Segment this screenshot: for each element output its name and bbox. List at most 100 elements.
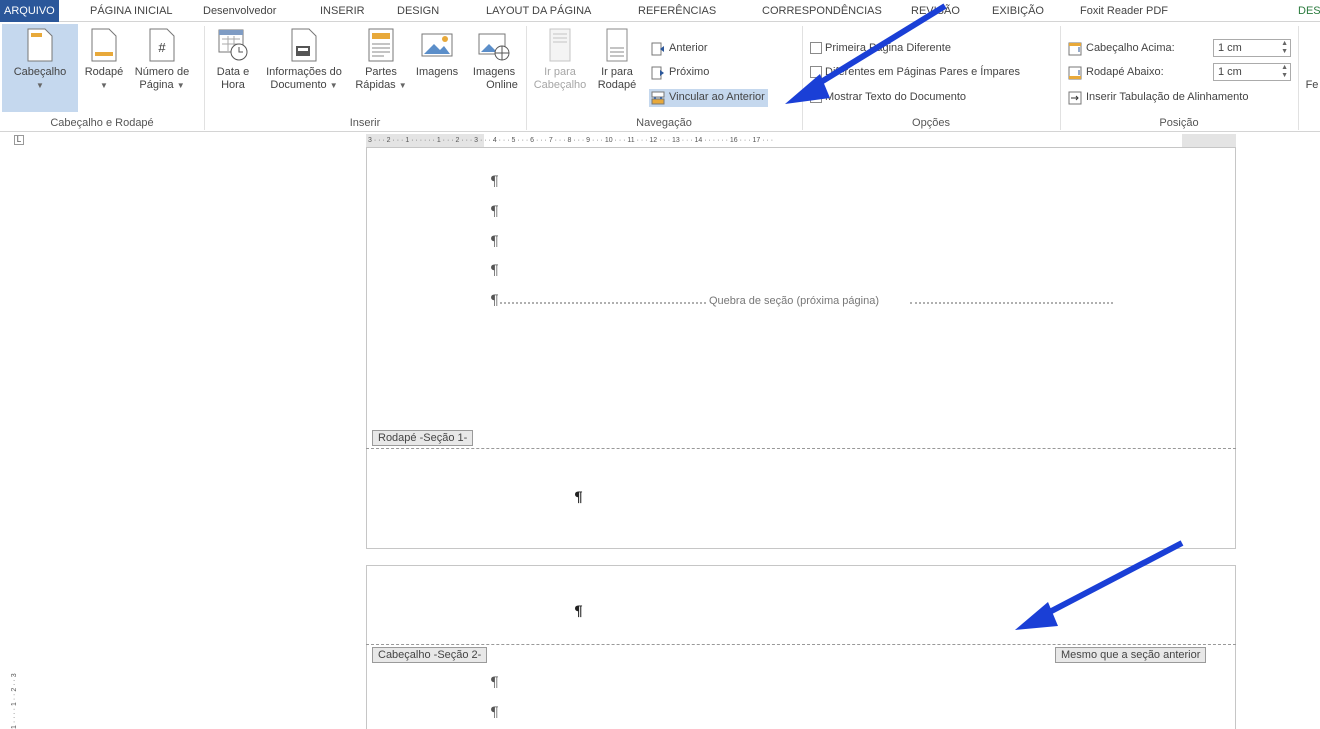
header-icon: [27, 28, 53, 62]
header-from-top-value: 1 cm: [1218, 42, 1242, 54]
tab-foxit-reader-pdf[interactable]: Foxit Reader PDF: [1080, 0, 1168, 22]
footer-from-bottom-value: 1 cm: [1218, 66, 1242, 78]
date-time-button[interactable]: Data e Hora: [210, 24, 256, 112]
tab-desenvolvedor[interactable]: Desenvolvedor: [203, 0, 276, 22]
next-section-button[interactable]: Próximo: [649, 64, 709, 82]
document-info-label-1: Informações do: [266, 66, 342, 78]
chevron-down-icon: ▼: [398, 81, 407, 90]
vertical-ruler-ticks: 1 · · · · 1 · · 2 · · 3: [11, 673, 18, 729]
spinner-arrows-icon[interactable]: ▲ ▼: [1281, 40, 1288, 56]
footer-from-bottom-label: Rodapé Abaixo:: [1086, 66, 1164, 78]
footer-button-label: Rodapé: [84, 66, 124, 78]
header-from-top-label-row: Cabeçalho Acima:: [1066, 40, 1175, 58]
document-info-label-2: Documento: [270, 79, 327, 91]
online-pictures-button[interactable]: Imagens Online: [466, 24, 522, 112]
footer-section-1-tag: Rodapé -Seção 1-: [372, 430, 474, 446]
quick-parts-button[interactable]: Partes Rápidas ▼: [354, 24, 408, 112]
document-area: ¶ ¶ ¶ ¶ ¶ Quebra de seção (próxima págin…: [0, 147, 1320, 729]
footer-icon: [91, 28, 117, 62]
previous-label: Anterior: [669, 42, 708, 54]
group-label-header-footer: Cabeçalho e Rodapé: [50, 117, 154, 129]
close-header-footer-label: Fe: [1305, 79, 1319, 91]
group-label-insert: Inserir: [349, 117, 381, 129]
page-number-button[interactable]: # Número de Página ▼: [128, 24, 196, 112]
date-time-label-2: Hora: [221, 79, 245, 91]
insert-alignment-tab-label: Inserir Tabulação de Alinhamento: [1086, 91, 1249, 103]
header-position-icon: [1068, 42, 1082, 56]
spinner-arrows-icon[interactable]: ▲ ▼: [1281, 64, 1288, 80]
chevron-down-icon: ▼: [100, 81, 108, 90]
insert-alignment-tab-button[interactable]: Inserir Tabulação de Alinhamento: [1066, 89, 1248, 107]
quick-parts-label-2: Rápidas: [355, 79, 396, 91]
tab-layout-da-pagina[interactable]: LAYOUT DA PÁGINA: [486, 0, 591, 22]
paragraph-mark: ¶: [490, 705, 499, 721]
go-to-header-icon: [549, 28, 571, 62]
footer-position-icon: [1068, 66, 1082, 80]
section-break-line: [500, 302, 706, 304]
tab-exibicao[interactable]: EXIBIÇÃO: [992, 0, 1044, 22]
ruler-ticks: 3 · · · 2 · · · 1 · · · · · · 1 · · · 2 …: [368, 137, 774, 144]
close-header-footer-button-partial[interactable]: Fe: [1304, 79, 1320, 92]
tab-selector[interactable]: L: [14, 135, 24, 145]
tab-arquivo[interactable]: ARQUIVO: [0, 0, 59, 22]
tab-referencias[interactable]: REFERÊNCIAS: [638, 0, 716, 22]
header-button[interactable]: Cabeçalho ▼: [2, 24, 78, 112]
vertical-ruler[interactable]: 1 · · · · 1 · · 2 · · 3: [9, 560, 22, 729]
paragraph-mark: ¶: [490, 174, 499, 190]
paragraph-mark: ¶: [490, 263, 499, 279]
footer-button[interactable]: Rodapé ▼: [80, 24, 128, 112]
tab-pagina-inicial[interactable]: PÁGINA INICIAL: [90, 0, 173, 22]
section-break-line: [910, 302, 1113, 304]
calendar-clock-icon: [218, 29, 248, 61]
online-picture-icon: [478, 33, 510, 61]
alignment-tab-icon: [1068, 91, 1082, 105]
quick-parts-icon: [368, 28, 394, 62]
previous-section-button[interactable]: Anterior: [649, 40, 708, 58]
group-separator: [204, 26, 205, 130]
different-odd-even-label: Diferentes em Páginas Pares e Ímpares: [825, 66, 1021, 78]
tab-design-contextual[interactable]: DES: [1298, 0, 1320, 22]
different-first-page-checkbox[interactable]: Primeira Página Diferente: [808, 40, 951, 56]
pictures-label: Imagens: [415, 66, 459, 78]
tab-inserir[interactable]: INSERIR: [320, 0, 365, 22]
group-separator: [1060, 26, 1061, 130]
same-as-previous-tag: Mesmo que a seção anterior: [1055, 647, 1207, 663]
go-to-header-label-2: Cabeçalho: [533, 79, 587, 91]
footer-from-bottom-input[interactable]: 1 cm ▲ ▼: [1213, 63, 1291, 81]
link-to-previous-button[interactable]: Vincular ao Anterior: [649, 89, 768, 107]
group-label-options: Opções: [912, 117, 950, 129]
go-to-header-label-1: Ir para: [544, 66, 576, 78]
tab-correspondencias[interactable]: CORRESPONDÊNCIAS: [762, 0, 882, 22]
header-paragraph-mark[interactable]: ¶: [574, 604, 583, 620]
header-from-top-input[interactable]: 1 cm ▲ ▼: [1213, 39, 1291, 57]
ribbon-panel: Cabeçalho ▼ Rodapé ▼ # Número de Página …: [0, 22, 1320, 132]
tab-design[interactable]: DESIGN: [397, 0, 439, 22]
group-separator: [1298, 26, 1299, 130]
pictures-button[interactable]: Imagens: [410, 24, 464, 112]
header-from-top-label: Cabeçalho Acima:: [1086, 42, 1175, 54]
paragraph-mark: ¶: [490, 234, 499, 250]
footer-from-bottom-label-row: Rodapé Abaixo:: [1066, 64, 1164, 82]
header-section-2-tag: Cabeçalho -Seção 2-: [372, 647, 488, 663]
svg-text:#: #: [158, 40, 166, 55]
different-first-page-label: Primeira Página Diferente: [825, 42, 951, 54]
document-info-button[interactable]: Informações do Documento ▼: [256, 24, 352, 112]
go-to-footer-button[interactable]: Ir para Rodapé: [590, 24, 644, 112]
show-document-text-checkbox[interactable]: Mostrar Texto do Documento: [808, 89, 966, 105]
header-boundary-line: [366, 644, 1236, 645]
go-to-footer-label-2: Rodapé: [597, 79, 637, 91]
page-number-label-2: Página: [139, 79, 174, 91]
footer-paragraph-mark[interactable]: ¶: [574, 490, 583, 506]
chevron-down-icon: ▼: [329, 81, 338, 90]
tab-revisao[interactable]: REVISÃO: [911, 0, 960, 22]
horizontal-ruler[interactable]: 3 · · · 2 · · · 1 · · · · · · 1 · · · 2 …: [366, 134, 1236, 147]
next-label: Próximo: [669, 66, 710, 78]
different-odd-even-checkbox[interactable]: Diferentes em Páginas Pares e Ímpares: [808, 64, 1020, 80]
checkbox-box: [810, 42, 822, 54]
chevron-down-icon: ▼: [36, 81, 44, 90]
page-number-icon: #: [149, 28, 175, 62]
page-number-label-1: Número de: [134, 66, 190, 78]
go-to-header-button[interactable]: Ir para Cabeçalho: [532, 24, 588, 112]
paragraph-mark: ¶: [490, 293, 499, 309]
ribbon-tab-bar: ARQUIVO PÁGINA INICIAL Desenvolvedor INS…: [0, 0, 1320, 22]
